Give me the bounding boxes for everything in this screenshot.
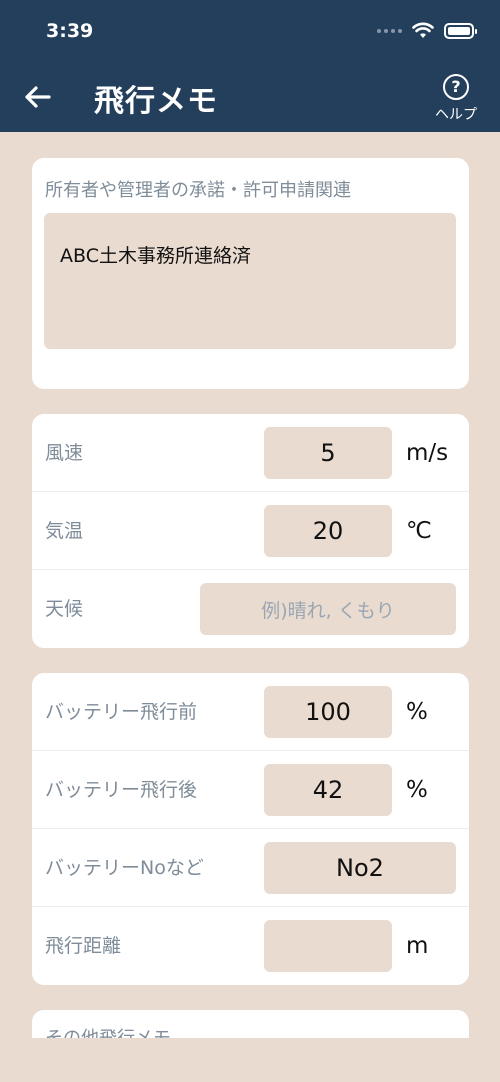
- flight-distance-row: 飛行距離 m: [32, 907, 469, 985]
- back-button[interactable]: [20, 80, 54, 114]
- battery-number-row: バッテリーNoなど No2: [32, 829, 469, 907]
- battery-icon: [444, 22, 477, 39]
- battery-before-unit: %: [406, 699, 428, 725]
- help-label: ヘルプ: [435, 107, 477, 123]
- battery-card: バッテリー飛行前 100 % バッテリー飛行後 42 % バッテリーNoなど N…: [32, 673, 469, 985]
- bottom-safe-area: [0, 1038, 500, 1082]
- battery-before-input[interactable]: 100: [264, 686, 392, 738]
- temperature-input[interactable]: 20: [264, 505, 392, 557]
- other-notes-card: その他飛行メモ: [32, 1010, 469, 1038]
- status-icons: [377, 22, 477, 39]
- weather-condition-input[interactable]: 例)晴れ, くもり: [200, 583, 456, 635]
- status-time: 3:39: [46, 20, 94, 42]
- signal-dots-icon: [377, 28, 402, 33]
- wind-speed-input[interactable]: 5: [264, 427, 392, 479]
- battery-before-row: バッテリー飛行前 100 %: [32, 673, 469, 751]
- weather-condition-row: 天候 例)晴れ, くもり: [32, 570, 469, 648]
- flight-distance-input[interactable]: [264, 920, 392, 972]
- battery-after-input[interactable]: 42: [264, 764, 392, 816]
- weather-condition-label: 天候: [45, 598, 84, 620]
- temperature-label: 気温: [45, 520, 84, 542]
- battery-after-row: バッテリー飛行後 42 %: [32, 751, 469, 829]
- battery-after-unit: %: [406, 777, 428, 803]
- arrow-left-icon: [25, 86, 51, 108]
- battery-before-label: バッテリー飛行前: [45, 701, 198, 723]
- permission-notes-label: 所有者や管理者の承諾・許可申請関連: [45, 180, 351, 201]
- wind-speed-label: 風速: [45, 442, 84, 464]
- flight-distance-unit: m: [406, 933, 429, 959]
- battery-number-input[interactable]: No2: [264, 842, 456, 894]
- battery-number-label: バッテリーNoなど: [45, 857, 204, 879]
- page-title: 飛行メモ: [94, 84, 218, 119]
- form-scroll-area[interactable]: 所有者や管理者の承諾・許可申請関連 ABC土木事務所連絡済 風速 5 m/s 気…: [0, 132, 500, 1038]
- wind-speed-unit: m/s: [406, 440, 449, 466]
- wifi-icon: [412, 22, 434, 38]
- help-button[interactable]: ? ヘルプ: [432, 74, 480, 126]
- temperature-unit: ℃: [406, 518, 432, 544]
- permission-notes-input[interactable]: ABC土木事務所連絡済: [44, 213, 456, 349]
- question-circle-icon: ?: [443, 74, 469, 100]
- app-header: 3:39 飛行メモ ? ヘルプ: [0, 0, 500, 132]
- wind-speed-row: 風速 5 m/s: [32, 414, 469, 492]
- other-notes-label: その他飛行メモ: [45, 1024, 171, 1038]
- flight-distance-label: 飛行距離: [45, 935, 122, 957]
- weather-card: 風速 5 m/s 気温 20 ℃ 天候 例)晴れ, くもり: [32, 414, 469, 648]
- permission-notes-card: 所有者や管理者の承諾・許可申請関連 ABC土木事務所連絡済: [32, 158, 469, 389]
- temperature-row: 気温 20 ℃: [32, 492, 469, 570]
- battery-after-label: バッテリー飛行後: [45, 779, 198, 801]
